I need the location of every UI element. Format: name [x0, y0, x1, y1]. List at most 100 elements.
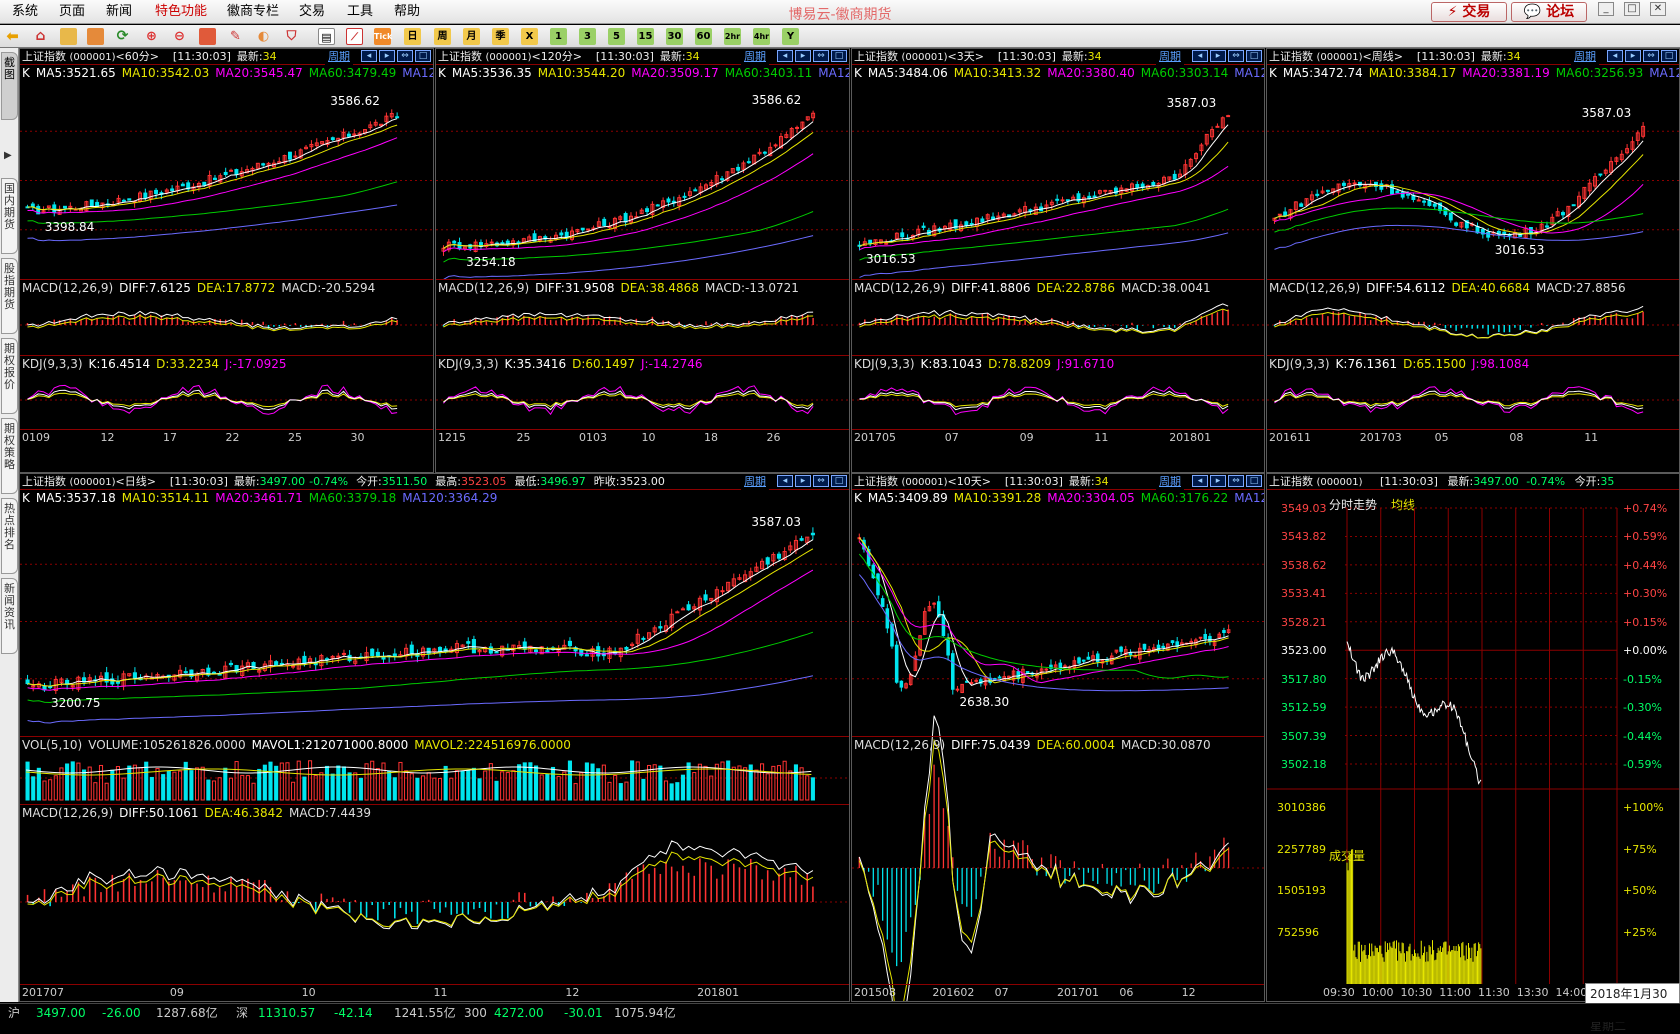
menu-bar: 系统 页面 新闻 特色功能 徽商专栏 交易 工具 帮助 博易云-徽商期货 ⚡ 交… — [0, 0, 1680, 24]
period-30min-button[interactable]: 30 — [666, 28, 683, 45]
volume-bar — [488, 763, 493, 801]
chart-mode-icon[interactable]: ⟋ — [346, 28, 363, 45]
side-tab-screenshot[interactable]: 截图 — [1, 52, 18, 120]
layout-icon[interactable] — [199, 28, 216, 45]
side-tab-hot-ranking[interactable]: 热点排名 — [1, 498, 18, 574]
back-icon[interactable]: ⬅ — [4, 28, 21, 45]
side-tab-news[interactable]: 新闻资讯 — [1, 578, 18, 654]
zoom-out-icon[interactable]: ⊖ — [171, 28, 188, 45]
period-day-button[interactable]: 日 — [404, 28, 421, 45]
menu-news[interactable]: 新闻 — [106, 4, 132, 20]
volume-bar — [42, 780, 47, 801]
palette-icon[interactable]: ◐ — [255, 28, 272, 45]
x-axis: 1215 25 0103 10 18 26 — [436, 429, 849, 445]
ma-line — [858, 537, 1229, 684]
chart-panel-0[interactable]: 上证指数 (000001)<60分> [11:30:03] 最新:34 周期 ◂ ▸ ⇔ □ K… — [19, 48, 434, 473]
ma-line — [27, 137, 398, 214]
refresh-icon[interactable]: ⟳ — [114, 28, 131, 45]
x-tick-label: 12 — [100, 431, 115, 444]
candle — [466, 641, 471, 644]
volume-bar — [370, 760, 375, 801]
volume-bar — [663, 780, 669, 801]
ma-line — [859, 124, 1229, 247]
period-60min-button[interactable]: 60 — [695, 28, 712, 45]
period-4hr-button[interactable]: 4hr — [753, 28, 770, 45]
filter-icon[interactable]: ⛉ — [283, 28, 300, 45]
maximize-button[interactable]: □ — [1624, 2, 1640, 16]
chart-panel-5[interactable]: 上证指数 (000001)<10天> [11:30:03] 最新:34 周期 ◂ ▸ ⇔ □ K… — [851, 473, 1265, 1002]
period-season-button[interactable]: 季 — [492, 28, 509, 45]
volume-bar — [404, 770, 409, 801]
candle — [921, 225, 926, 228]
ma-line — [859, 141, 1229, 247]
volume-bar — [613, 774, 618, 801]
macd-macd: MACD:27.8856 — [1535, 281, 1626, 295]
period-5min-button[interactable]: 5 — [608, 28, 625, 45]
period-2hr-button[interactable]: 2hr — [724, 28, 741, 45]
side-tabs: 截图 ▶ 国内期货 股指期货 期权报价 期权策略 热点排名 新闻资讯 — [0, 48, 19, 1002]
side-tab-index-futures[interactable]: 股指期货 — [1, 258, 18, 334]
draw-line-icon[interactable]: ✎ — [227, 28, 244, 45]
side-tab-option-strategy[interactable]: 期权策略 — [1, 418, 18, 494]
macd-macd: MACD:7.4439 — [288, 806, 371, 820]
period-3min-button[interactable]: 3 — [579, 28, 596, 45]
chart-panel-4[interactable]: 上证指数 (000001)<日线> [11:30:03] 最新:3497.00 -0.… — [19, 473, 850, 1002]
expand-arrow-icon[interactable]: ▶ — [4, 150, 12, 161]
side-tab-domestic-futures[interactable]: 国内期货 — [1, 178, 18, 254]
x-tick-label: 10 — [301, 986, 316, 999]
volume-bar — [268, 761, 273, 801]
volume-bar — [562, 771, 567, 801]
chart-panel-2[interactable]: 上证指数 (000001)<3天> [11:30:03] 最新:34 周期 ◂ ▸ ⇔ □ K M… — [851, 48, 1265, 473]
side-tab-option-quotes[interactable]: 期权报价 — [1, 338, 18, 414]
period-custom-button[interactable]: X — [521, 28, 538, 45]
zoom-in-icon[interactable]: ⊕ — [143, 28, 160, 45]
x-tick-label: 11 — [1094, 431, 1109, 444]
ma-line — [443, 153, 814, 253]
vol-mavol1: MAVOL1:212071000.8000 — [251, 738, 409, 752]
candle — [234, 169, 239, 175]
period-year-button[interactable]: Y — [782, 28, 799, 45]
menu-tools[interactable]: 工具 — [347, 4, 373, 20]
menu-trade[interactable]: 交易 — [299, 4, 325, 20]
table-icon[interactable]: ▤ — [318, 28, 335, 45]
volume-bar — [65, 763, 70, 801]
forum-button[interactable]: 💬 论坛 — [1511, 2, 1587, 22]
candle — [1086, 656, 1091, 660]
intraday-panel[interactable]: 上证指数 (000001) [11:30:03] 最新:3497.00 -0.7… — [1266, 473, 1680, 1002]
menu-help[interactable]: 帮助 — [394, 4, 420, 20]
menu-system[interactable]: 系统 — [12, 4, 38, 20]
volume-bar — [494, 780, 499, 801]
menu-features[interactable]: 特色功能 — [155, 4, 207, 20]
home-icon[interactable]: ⌂ — [32, 28, 49, 45]
menu-page[interactable]: 页面 — [59, 4, 85, 20]
hs300-change: -30.01 — [564, 1006, 603, 1020]
intraday-chart[interactable] — [1267, 474, 1680, 1002]
quote-board-icon[interactable] — [87, 28, 104, 45]
candle — [213, 177, 217, 181]
close-button[interactable]: ✕ — [1650, 2, 1666, 16]
sz-change: -42.14 — [334, 1006, 373, 1020]
period-month-button[interactable]: 月 — [463, 28, 480, 45]
volume-bar — [302, 776, 307, 801]
period-1min-button[interactable]: 1 — [550, 28, 567, 45]
tick-button[interactable]: Tick — [374, 28, 392, 45]
notebook-icon[interactable] — [60, 28, 77, 45]
period-week-button[interactable]: 周 — [434, 28, 451, 45]
candle — [675, 611, 680, 614]
pane-separator — [20, 736, 849, 737]
trade-button[interactable]: ⚡ 交易 — [1431, 2, 1507, 22]
candle — [1151, 182, 1156, 186]
x-tick-label: 12 — [1181, 986, 1196, 999]
x-tick-label: 201508 — [854, 986, 896, 999]
volume-bar — [556, 775, 561, 801]
candlestick-chart[interactable] — [20, 49, 434, 473]
menu-huishang-column[interactable]: 徽商专栏 — [227, 4, 279, 20]
candle — [899, 680, 904, 688]
minimize-button[interactable]: _ — [1598, 2, 1614, 16]
volume-bar — [308, 760, 313, 801]
candle — [1087, 195, 1092, 199]
chart-panel-1[interactable]: 上证指数 (000001)<120分> [11:30:03] 最新:34 周期 ◂ ▸ ⇔ □… — [435, 48, 850, 473]
x-tick-label: 201701 — [1057, 986, 1099, 999]
period-15min-button[interactable]: 15 — [637, 28, 654, 45]
chart-panel-3[interactable]: 上证指数 (000001)<周线> [11:30:03] 最新:34 周期 ◂ ▸ ⇔ □ K M… — [1266, 48, 1680, 473]
